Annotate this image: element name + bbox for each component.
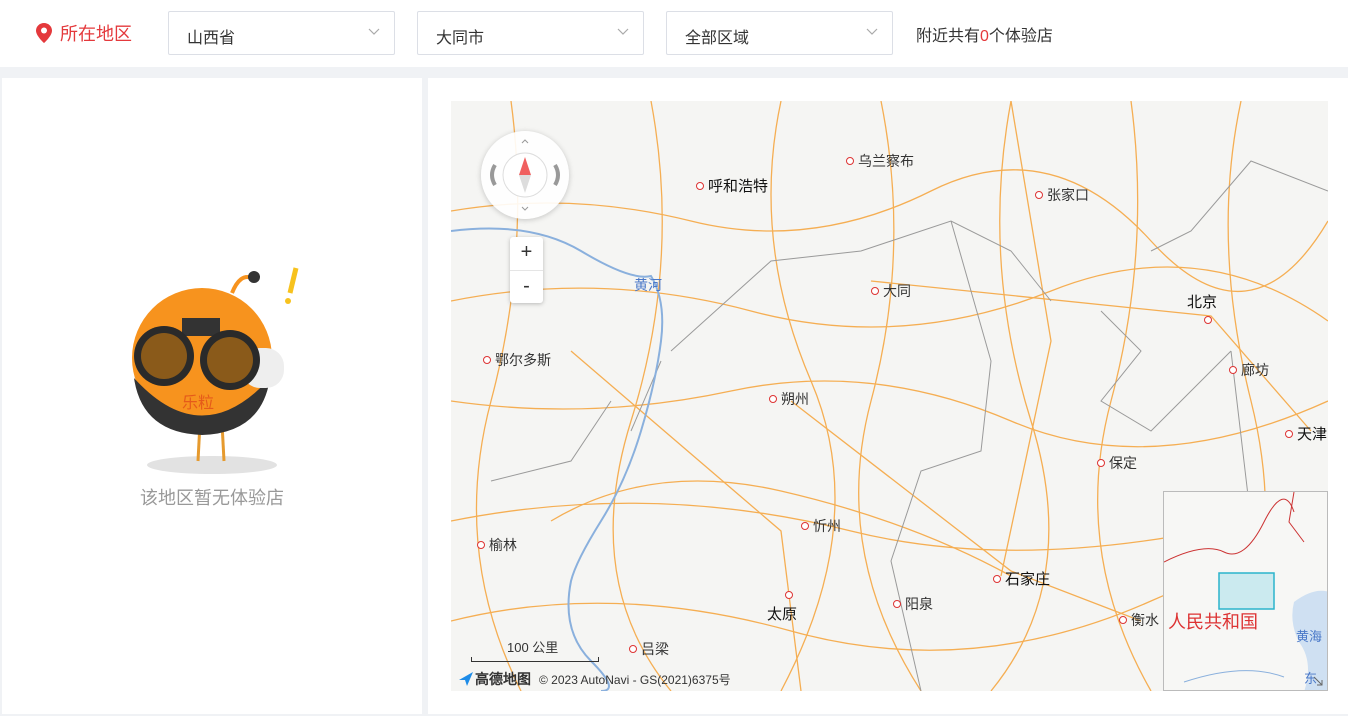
- city-taiyuan: 太原: [767, 591, 797, 624]
- scale-label: 100 公里: [507, 640, 559, 655]
- city-value: 大同市: [436, 30, 485, 47]
- overview-country-label: 人民共和国: [1168, 612, 1258, 632]
- city-yangquan: 阳泉: [893, 594, 933, 614]
- amap-logo: 高德地图: [457, 669, 531, 689]
- city-hengshui: 衡水: [1119, 610, 1159, 630]
- overview-minimap[interactable]: 人民共和国 黄海 东海: [1163, 491, 1328, 691]
- zoom-control: + -: [510, 237, 543, 303]
- city-beijing: 北京: [1187, 291, 1217, 324]
- mascot-binoculars-illustration: 乐粒: [132, 267, 299, 474]
- province-value: 山西省: [187, 30, 236, 47]
- city-lvliang: 吕梁: [629, 639, 669, 659]
- overview-map-layer: [1164, 492, 1327, 690]
- mascot-badge: 乐粒: [182, 393, 214, 412]
- map-view[interactable]: 乌兰察布 呼和浩特 张家口 大同 北京 鄂尔多斯 廊坊 朔州 天津 保定 忻州 …: [451, 101, 1328, 691]
- district-select[interactable]: 全部区域: [666, 11, 893, 55]
- count-suffix: 个体验店: [988, 28, 1053, 45]
- city-eerduosi: 鄂尔多斯: [483, 350, 551, 370]
- location-pin-icon: [36, 23, 52, 43]
- city-tianjin: 天津: [1285, 423, 1327, 444]
- scale-bar-line: [471, 657, 599, 662]
- city-shijiazhuang: 石家庄: [993, 568, 1050, 589]
- chevron-down-icon: [866, 28, 878, 35]
- store-list-panel: 乐粒 该地区暂无体验店: [2, 78, 422, 714]
- city-shuozhou: 朔州: [769, 389, 809, 409]
- province-select[interactable]: 山西省: [168, 11, 395, 55]
- chevron-down-icon: [617, 28, 629, 35]
- collapse-arrow-icon[interactable]: [1313, 676, 1323, 686]
- count-prefix: 附近共有: [916, 28, 981, 45]
- zoom-out-button[interactable]: -: [510, 270, 543, 304]
- city-select[interactable]: 大同市: [417, 11, 644, 55]
- amap-logo-icon: [459, 672, 473, 686]
- river-label: 黄河: [634, 277, 662, 293]
- scale-bar: 100 公里: [471, 637, 599, 662]
- count-value: 0: [980, 28, 989, 45]
- city-langfang: 廊坊: [1229, 360, 1269, 380]
- overview-sea-label-1: 黄海: [1296, 629, 1323, 644]
- chevron-down-icon: [368, 28, 380, 35]
- city-yulin: 榆林: [477, 535, 517, 555]
- city-wulanchabu: 乌兰察布: [846, 151, 914, 171]
- copyright-text: © 2023 AutoNavi - GS(2021)6375号: [539, 672, 731, 687]
- city-xinzhou: 忻州: [801, 516, 841, 536]
- location-label: 所在地区: [36, 20, 132, 46]
- zoom-in-button[interactable]: +: [510, 237, 543, 270]
- city-zhangjiakou: 张家口: [1035, 185, 1089, 205]
- district-value: 全部区域: [685, 30, 750, 47]
- map-panel: 乌兰察布 呼和浩特 张家口 大同 北京 鄂尔多斯 廊坊 朔州 天津 保定 忻州 …: [428, 78, 1348, 714]
- empty-message: 该地区暂无体验店: [140, 488, 284, 508]
- city-baoding: 保定: [1097, 453, 1137, 473]
- compass-icon: [490, 139, 560, 211]
- store-count: 附近共有0个体验店: [916, 22, 1053, 46]
- location-label-text: 所在地区: [60, 24, 132, 44]
- map-attribution: 高德地图 © 2023 AutoNavi - GS(2021)6375号: [457, 669, 731, 689]
- filter-bar: 所在地区 山西省 大同市 全部区域 附近共有0个体验店: [0, 0, 1348, 67]
- city-huhehaote: 呼和浩特: [696, 175, 768, 196]
- compass-control[interactable]: [481, 131, 569, 219]
- city-datong: 大同: [871, 281, 911, 301]
